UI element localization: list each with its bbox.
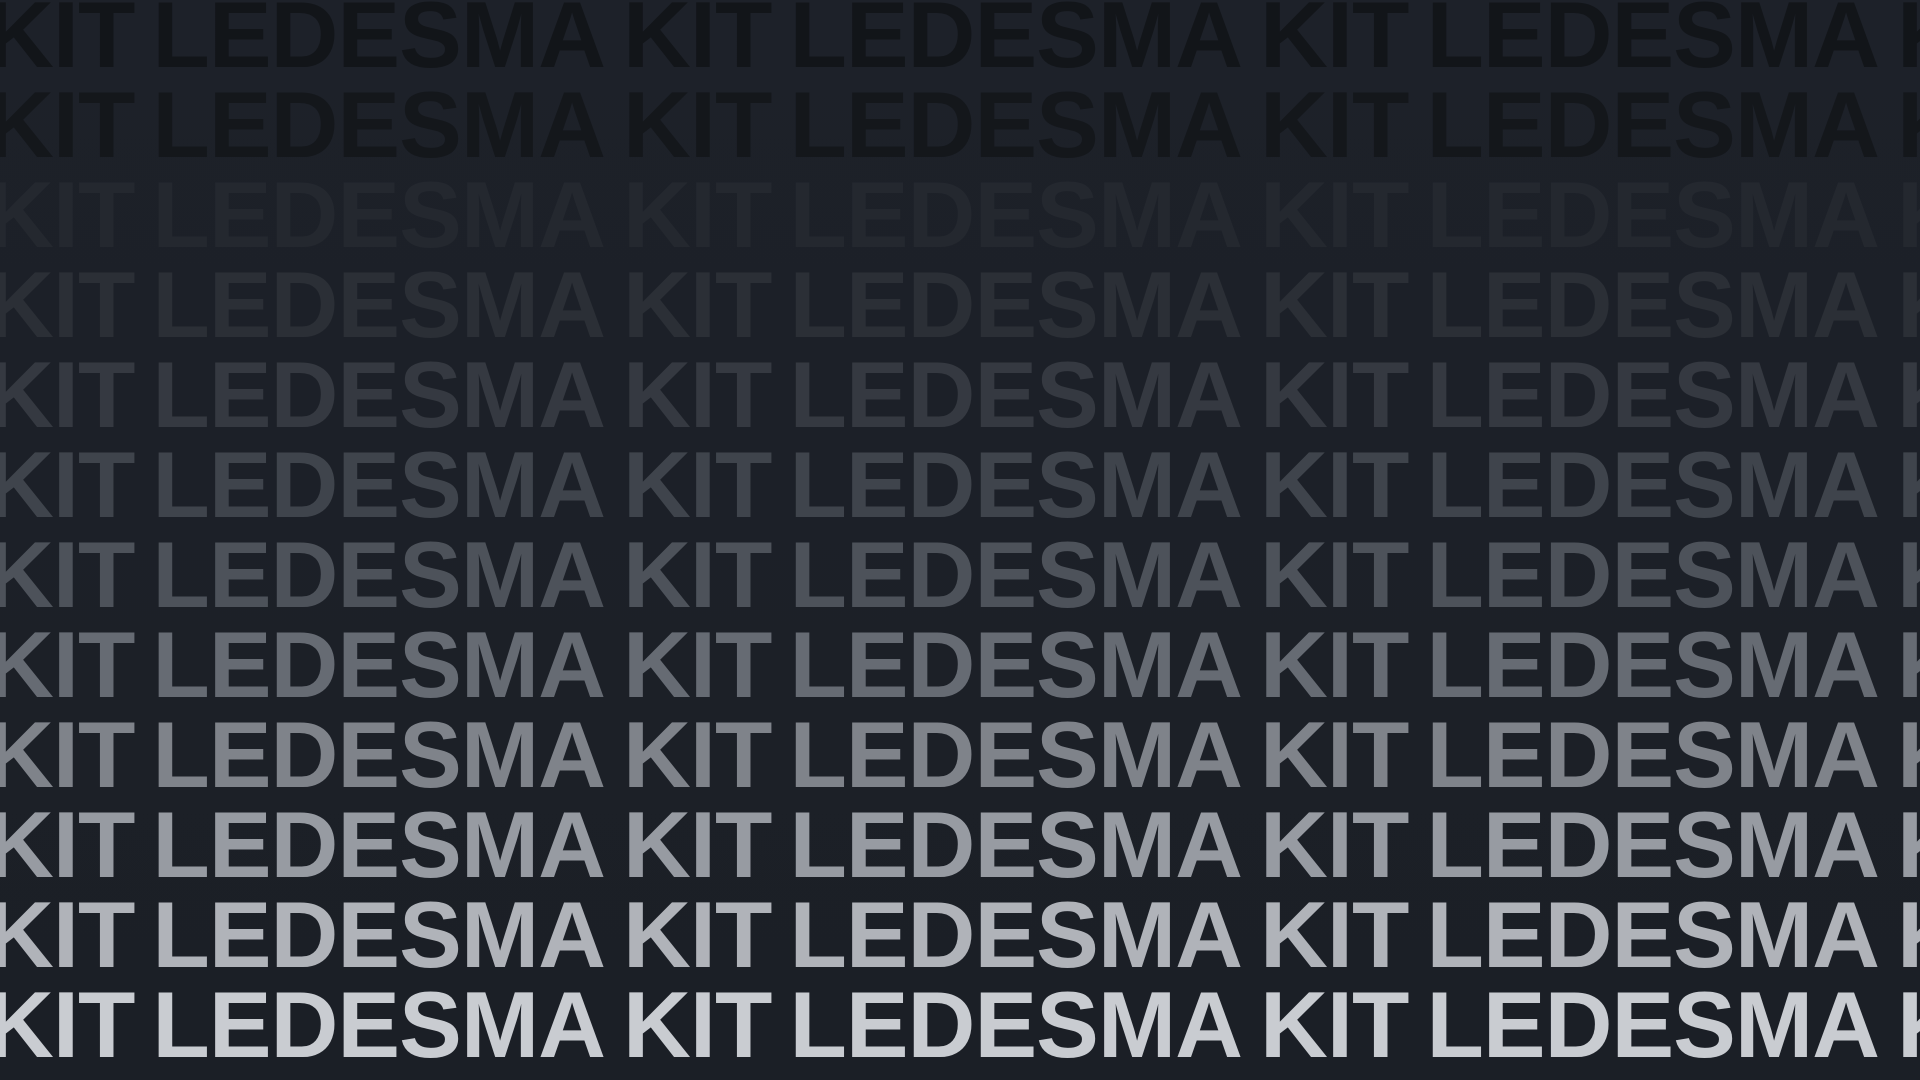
pattern-row: KITLEDESMAKITLEDESMAKITLEDESMAKITLEDESMA… bbox=[0, 702, 1920, 807]
pattern-word: KIT bbox=[623, 0, 772, 87]
pattern-word: KIT bbox=[1897, 798, 1920, 892]
pattern-word: KIT bbox=[0, 162, 135, 267]
pattern-word: KIT bbox=[1260, 612, 1409, 717]
pattern-word: LEDESMA bbox=[789, 972, 1243, 1077]
pattern-word: LEDESMA bbox=[1426, 522, 1880, 627]
pattern-word: KIT bbox=[1897, 0, 1920, 82]
pattern-row: KITLEDESMAKITLEDESMAKITLEDESMAKITLEDESMA… bbox=[0, 162, 1920, 267]
pattern-word: LEDESMA bbox=[1426, 72, 1880, 177]
pattern-word: LEDESMA bbox=[789, 72, 1243, 177]
pattern-word: LEDESMA bbox=[789, 522, 1243, 627]
pattern-word: LEDESMA bbox=[152, 432, 606, 537]
pattern-word: KIT bbox=[1260, 0, 1409, 87]
pattern-word: LEDESMA bbox=[789, 0, 1243, 87]
pattern-word: LEDESMA bbox=[1426, 432, 1880, 537]
pattern-word: LEDESMA bbox=[789, 342, 1243, 447]
pattern-word: KIT bbox=[1260, 972, 1409, 1077]
pattern-word: KIT bbox=[0, 342, 135, 447]
pattern-word: KIT bbox=[1897, 528, 1920, 622]
pattern-word: KIT bbox=[623, 612, 772, 717]
pattern-word: KIT bbox=[1260, 162, 1409, 267]
pattern-word: KIT bbox=[623, 252, 772, 357]
pattern-row: KITLEDESMAKITLEDESMAKITLEDESMAKITLEDESMA… bbox=[0, 612, 1920, 717]
pattern-word: KIT bbox=[0, 0, 135, 87]
pattern-row: KITLEDESMAKITLEDESMAKITLEDESMAKITLEDESMA… bbox=[0, 792, 1920, 897]
pattern-word: LEDESMA bbox=[789, 882, 1243, 987]
pattern-row: KITLEDESMAKITLEDESMAKITLEDESMAKITLEDESMA… bbox=[0, 0, 1920, 87]
pattern-word: LEDESMA bbox=[1426, 252, 1880, 357]
pattern-word: LEDESMA bbox=[152, 0, 606, 87]
pattern-word: LEDESMA bbox=[152, 72, 606, 177]
pattern-word: KIT bbox=[1260, 522, 1409, 627]
pattern-word: LEDESMA bbox=[1426, 792, 1880, 897]
pattern-word: LEDESMA bbox=[789, 432, 1243, 537]
pattern-row: KITLEDESMAKITLEDESMAKITLEDESMAKITLEDESMA… bbox=[0, 432, 1920, 537]
pattern-word: KIT bbox=[1260, 702, 1409, 807]
pattern-word: KIT bbox=[623, 432, 772, 537]
pattern-row: KITLEDESMAKITLEDESMAKITLEDESMAKITLEDESMA… bbox=[0, 522, 1920, 627]
pattern-word: LEDESMA bbox=[152, 612, 606, 717]
pattern-word: KIT bbox=[1260, 882, 1409, 987]
pattern-word: KIT bbox=[0, 252, 135, 357]
pattern-word: KIT bbox=[1260, 72, 1409, 177]
pattern-word: KIT bbox=[1260, 342, 1409, 447]
pattern-word: KIT bbox=[0, 522, 135, 627]
pattern-word: KIT bbox=[0, 972, 135, 1077]
pattern-row: KITLEDESMAKITLEDESMAKITLEDESMAKITLEDESMA… bbox=[0, 252, 1920, 357]
pattern-word: LEDESMA bbox=[152, 792, 606, 897]
pattern-word: KIT bbox=[1260, 432, 1409, 537]
pattern-word: KIT bbox=[1260, 252, 1409, 357]
pattern-word: LEDESMA bbox=[789, 702, 1243, 807]
pattern-word: LEDESMA bbox=[1426, 882, 1880, 987]
pattern-word: KIT bbox=[623, 972, 772, 1077]
pattern-word: LEDESMA bbox=[1426, 162, 1880, 267]
pattern-word: LEDESMA bbox=[1426, 612, 1880, 717]
pattern-word: KIT bbox=[623, 702, 772, 807]
pattern-word: LEDESMA bbox=[152, 162, 606, 267]
pattern-word: LEDESMA bbox=[1426, 972, 1880, 1077]
pattern-word: LEDESMA bbox=[789, 252, 1243, 357]
pattern-word: KIT bbox=[0, 702, 135, 807]
pattern-word: LEDESMA bbox=[789, 162, 1243, 267]
pattern-word: KIT bbox=[1897, 348, 1920, 442]
pattern-word: KIT bbox=[1897, 78, 1920, 172]
pattern-word: KIT bbox=[623, 72, 772, 177]
pattern-word: LEDESMA bbox=[789, 612, 1243, 717]
pattern-row: KITLEDESMAKITLEDESMAKITLEDESMAKITLEDESMA… bbox=[0, 72, 1920, 177]
pattern-word: LEDESMA bbox=[1426, 342, 1880, 447]
pattern-word: KIT bbox=[1897, 978, 1920, 1072]
pattern-word: KIT bbox=[1260, 792, 1409, 897]
pattern-word: LEDESMA bbox=[152, 882, 606, 987]
pattern-word: LEDESMA bbox=[152, 702, 606, 807]
pattern-word: KIT bbox=[0, 432, 135, 537]
pattern-word: KIT bbox=[623, 792, 772, 897]
pattern-row: KITLEDESMAKITLEDESMAKITLEDESMAKITLEDESMA… bbox=[0, 882, 1920, 987]
pattern-word: LEDESMA bbox=[1426, 0, 1880, 87]
pattern-word: KIT bbox=[1897, 708, 1920, 802]
pattern-word: KIT bbox=[0, 612, 135, 717]
pattern-word: KIT bbox=[623, 882, 772, 987]
pattern-word: LEDESMA bbox=[152, 972, 606, 1077]
pattern-row: KITLEDESMAKITLEDESMAKITLEDESMAKITLEDESMA… bbox=[0, 342, 1920, 447]
pattern-word: KIT bbox=[0, 882, 135, 987]
pattern-word: LEDESMA bbox=[152, 342, 606, 447]
pattern-word: LEDESMA bbox=[152, 522, 606, 627]
pattern-word: KIT bbox=[1897, 438, 1920, 532]
pattern-word: KIT bbox=[1897, 258, 1920, 352]
pattern-word: LEDESMA bbox=[152, 252, 606, 357]
pattern-word: KIT bbox=[1897, 168, 1920, 262]
pattern-word: LEDESMA bbox=[789, 792, 1243, 897]
pattern-word: KIT bbox=[623, 162, 772, 267]
pattern-word: KIT bbox=[623, 522, 772, 627]
pattern-word: KIT bbox=[1897, 888, 1920, 982]
pattern-word: KIT bbox=[1897, 618, 1920, 712]
pattern-row: KITLEDESMAKITLEDESMAKITLEDESMAKITLEDESMA… bbox=[0, 972, 1920, 1077]
pattern-word: KIT bbox=[0, 72, 135, 177]
wallpaper-canvas: KIT LEDESMA KIT LEDESMA KIT LEDESMA KIT LEDESMA… bbox=[0, 0, 1920, 1080]
pattern-word: KIT bbox=[623, 342, 772, 447]
pattern-word: LEDESMA bbox=[1426, 702, 1880, 807]
pattern-word: KIT bbox=[0, 792, 135, 897]
